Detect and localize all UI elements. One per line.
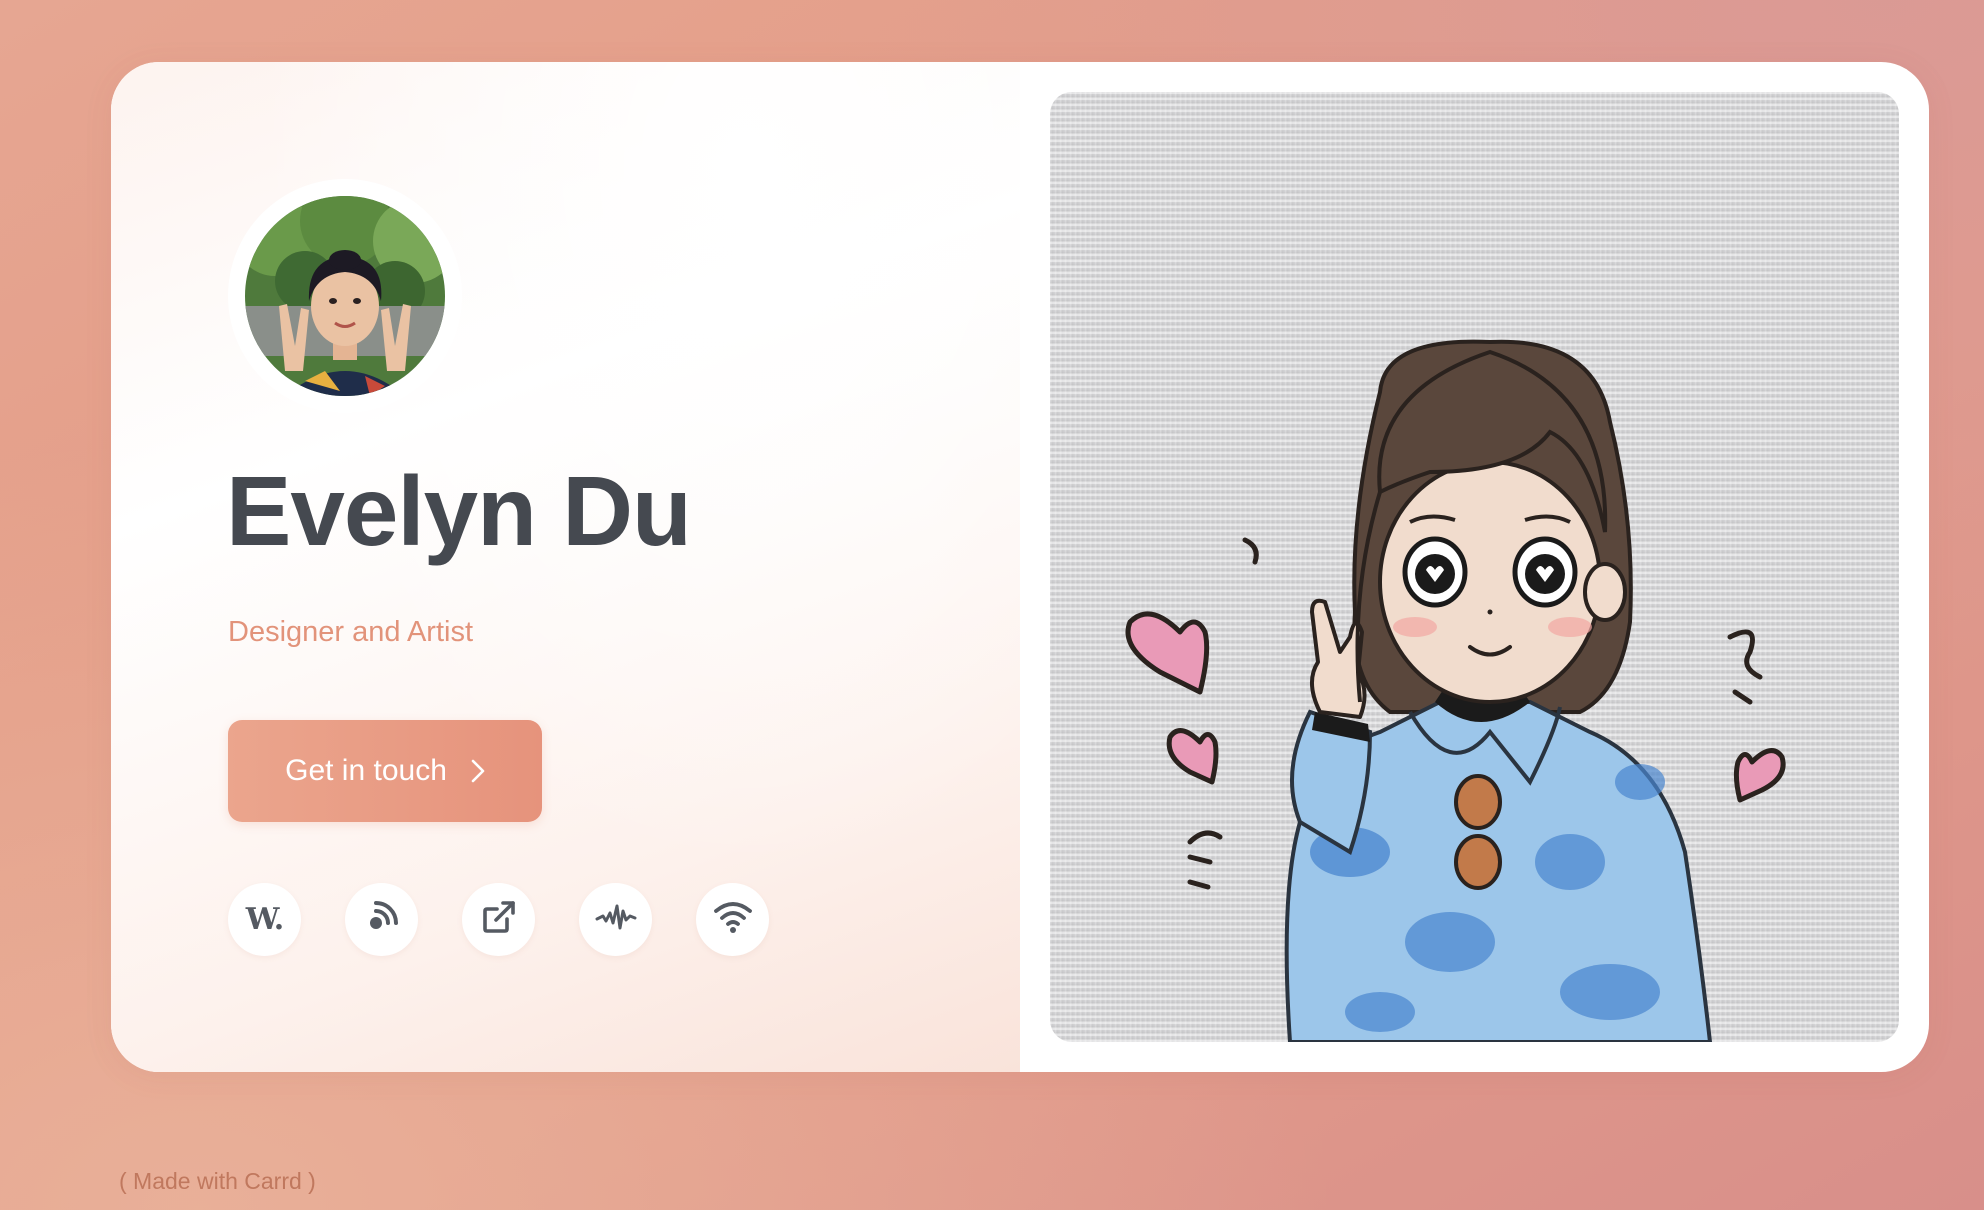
social-link-wifi[interactable] <box>696 883 769 956</box>
avatar <box>245 196 445 396</box>
social-link-external[interactable] <box>462 883 535 956</box>
podcast-icon <box>362 897 402 942</box>
external-link-icon <box>479 897 519 942</box>
profile-card: Evelyn Du Designer and Artist Get in tou… <box>111 62 1929 1072</box>
made-with-carrd-link[interactable]: ( Made with Carrd ) <box>119 1170 316 1193</box>
profile-tagline: Designer and Artist <box>228 616 474 648</box>
profile-name: Evelyn Du <box>226 456 692 566</box>
character-illustration <box>1125 339 1786 1042</box>
social-links: W. <box>228 883 769 956</box>
social-link-podcast[interactable] <box>345 883 418 956</box>
profile-panel: Evelyn Du Designer and Artist Get in tou… <box>111 62 1020 1072</box>
w-letter-icon: W. <box>245 902 284 937</box>
illustration-panel <box>1050 92 1899 1042</box>
avatar-photo <box>245 196 445 396</box>
get-in-touch-label: Get in touch <box>285 754 447 787</box>
chevron-right-icon <box>471 759 485 783</box>
social-link-audio[interactable] <box>579 883 652 956</box>
audio-wave-icon <box>595 902 637 937</box>
social-link-w[interactable]: W. <box>228 883 301 956</box>
wifi-icon <box>713 900 753 939</box>
get-in-touch-button[interactable]: Get in touch <box>228 720 542 822</box>
avatar-frame <box>228 179 462 413</box>
